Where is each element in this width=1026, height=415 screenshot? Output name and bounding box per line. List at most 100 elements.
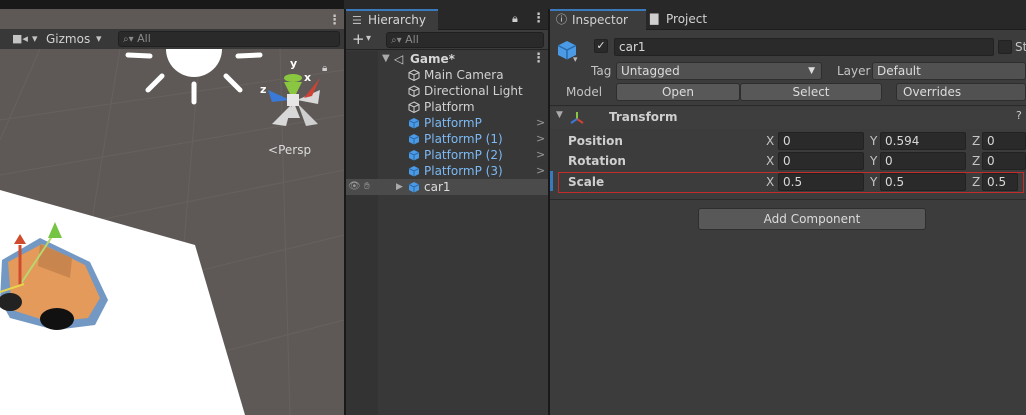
add-component-button[interactable]: Add Component bbox=[698, 208, 926, 230]
tab-hierarchy[interactable]: ☰ Hierarchy bbox=[346, 9, 438, 30]
inspector-header: ⓘ Inspector ▇ Project bbox=[550, 9, 1026, 30]
list-item[interactable]: Main Camera bbox=[346, 67, 548, 83]
rotation-label: Rotation bbox=[568, 154, 626, 168]
static-label: St bbox=[1015, 40, 1026, 54]
rotation-y-input[interactable]: 0 bbox=[880, 152, 966, 170]
gizmo-axis-y-label[interactable]: y bbox=[290, 57, 297, 70]
chevron-down-icon[interactable]: ▾ bbox=[32, 32, 38, 45]
scene-row[interactable]: ▼ ◁ Game* ⋮ bbox=[346, 51, 548, 67]
hierarchy-search-input[interactable]: ⌕▾ All bbox=[386, 32, 544, 48]
gizmos-button[interactable]: Gizmos bbox=[46, 32, 90, 46]
position-y-input[interactable]: 0.594 bbox=[880, 132, 966, 150]
model-overrides-label: Overrides bbox=[903, 85, 962, 99]
static-checkbox[interactable] bbox=[998, 40, 1012, 54]
axis-z-label[interactable]: Z bbox=[972, 134, 980, 148]
add-icon[interactable]: + bbox=[352, 30, 365, 48]
list-item[interactable]: PlatformP (2) > bbox=[346, 147, 548, 163]
scene-view[interactable]: ⋮ ■◂ ▾ Gizmos ▾ ⌕▾ All y x z 🔒︎ <Persp bbox=[0, 0, 344, 415]
model-select-button[interactable]: Select bbox=[740, 83, 882, 101]
position-z-input[interactable]: 0 bbox=[982, 132, 1026, 150]
model-open-button[interactable]: Open bbox=[616, 83, 740, 101]
layer-dropdown[interactable]: Default bbox=[872, 62, 1026, 80]
hierarchy-header: ☰ Hierarchy 🔒︎ ⋮ bbox=[346, 9, 548, 30]
axis-x-label[interactable]: X bbox=[766, 154, 774, 168]
axis-y-label[interactable]: Y bbox=[870, 175, 877, 189]
gizmos-dropdown-icon[interactable]: ▾ bbox=[96, 32, 102, 45]
folder-icon: ▇ bbox=[650, 12, 659, 25]
foldout-arrow-icon[interactable]: ▼ bbox=[556, 110, 563, 120]
list-item-selected[interactable]: 👁︎ ✋︎ ▶ car1 bbox=[346, 179, 548, 195]
scale-label: Scale bbox=[568, 175, 605, 189]
expand-arrow-icon[interactable]: ▼ bbox=[382, 51, 390, 67]
lock-icon[interactable]: 🔒︎ bbox=[512, 12, 518, 26]
kebab-menu-icon[interactable]: ⋮ bbox=[328, 13, 341, 28]
tab-project[interactable]: ▇ Project bbox=[648, 9, 738, 30]
tag-dropdown[interactable]: Untagged ▼ bbox=[616, 62, 822, 80]
axis-z-label[interactable]: Z bbox=[972, 154, 980, 168]
object-name-value: car1 bbox=[619, 40, 646, 54]
tab-inspector[interactable]: ⓘ Inspector bbox=[550, 9, 646, 30]
layer-value: Default bbox=[877, 64, 921, 78]
list-item[interactable]: Directional Light bbox=[346, 83, 548, 99]
model-overrides-dropdown[interactable]: Overrides bbox=[896, 83, 1026, 101]
scale-y-input[interactable]: 0.5 bbox=[880, 173, 966, 191]
list-item[interactable]: PlatformP (3) > bbox=[346, 163, 548, 179]
pick-hand-icon[interactable]: ✋︎ bbox=[364, 179, 370, 195]
gameobject-icon bbox=[408, 85, 420, 97]
transform-icon bbox=[570, 112, 584, 124]
object-name-input[interactable]: car1 bbox=[614, 38, 994, 56]
list-item[interactable]: PlatformP (1) > bbox=[346, 131, 548, 147]
scale-row: Scale X 0.5 Y 0.5 Z 0.5 bbox=[550, 172, 1026, 192]
list-item-label: PlatformP (3) bbox=[424, 164, 503, 178]
rotation-x-input[interactable]: 0 bbox=[778, 152, 864, 170]
gizmo-axis-z-label[interactable]: z bbox=[260, 83, 266, 96]
tab-inspector-label: Inspector bbox=[572, 13, 628, 27]
scene-name: Game* bbox=[410, 52, 455, 66]
tab-project-label: Project bbox=[666, 12, 708, 26]
inspector-panel: ⓘ Inspector ▇ Project ▾ ✓ car1 St Tag Un… bbox=[550, 9, 1026, 415]
list-item-label: PlatformP (1) bbox=[424, 132, 503, 146]
model-label: Model bbox=[566, 85, 603, 99]
chevron-right-icon[interactable]: > bbox=[536, 115, 545, 131]
axis-y-label[interactable]: Y bbox=[870, 154, 877, 168]
transform-header[interactable]: ▼ Transform ? bbox=[550, 107, 1026, 129]
help-icon[interactable]: ? bbox=[1016, 109, 1022, 122]
expand-arrow-icon[interactable]: ▶ bbox=[396, 179, 403, 195]
list-item[interactable]: Platform bbox=[346, 99, 548, 115]
list-item[interactable]: PlatformP > bbox=[346, 115, 548, 131]
list-item-label: Platform bbox=[424, 100, 475, 114]
axis-y-label[interactable]: Y bbox=[870, 134, 877, 148]
rotation-row: Rotation X 0 Y 0 Z 0 bbox=[550, 151, 1026, 171]
chevron-right-icon[interactable]: > bbox=[536, 131, 545, 147]
persp-icon: < bbox=[268, 143, 279, 157]
layer-label: Layer bbox=[837, 64, 871, 78]
chevron-down-icon[interactable]: ▾ bbox=[573, 55, 578, 65]
axis-x-label[interactable]: X bbox=[766, 134, 774, 148]
tab-hierarchy-label: Hierarchy bbox=[368, 13, 427, 27]
scene-top-strip bbox=[0, 0, 344, 9]
axis-z-label[interactable]: Z bbox=[972, 175, 980, 189]
rotation-z-input[interactable]: 0 bbox=[982, 152, 1026, 170]
model-prefab-icon bbox=[408, 182, 420, 193]
scene-search-input[interactable]: ⌕▾ All bbox=[118, 31, 340, 47]
position-x-input[interactable]: 0 bbox=[778, 132, 864, 150]
persp-label[interactable]: <Persp bbox=[268, 143, 311, 157]
kebab-menu-icon[interactable]: ⋮ bbox=[532, 51, 545, 67]
scale-x-input[interactable]: 0.5 bbox=[778, 173, 864, 191]
chevron-right-icon[interactable]: > bbox=[536, 163, 545, 179]
eye-icon[interactable]: 👁︎ bbox=[348, 179, 361, 195]
kebab-menu-icon[interactable]: ⋮ bbox=[532, 11, 545, 26]
gameobject-icon bbox=[408, 101, 420, 113]
directional-light-gizmo bbox=[125, 49, 263, 105]
scale-z-input[interactable]: 0.5 bbox=[982, 173, 1018, 191]
gizmo-axis-x-label[interactable]: x bbox=[304, 71, 311, 84]
prefab-icon bbox=[408, 118, 420, 129]
search-icon: ⌕▾ bbox=[391, 35, 402, 46]
active-checkbox[interactable]: ✓ bbox=[594, 39, 608, 53]
axis-x-label[interactable]: X bbox=[766, 175, 774, 189]
persp-text: Persp bbox=[278, 143, 312, 157]
lock-icon[interactable]: 🔒︎ bbox=[322, 63, 327, 74]
chevron-down-icon[interactable]: ▾ bbox=[366, 33, 371, 44]
chevron-right-icon[interactable]: > bbox=[536, 147, 545, 163]
camera-icon[interactable]: ■◂ bbox=[12, 32, 28, 45]
